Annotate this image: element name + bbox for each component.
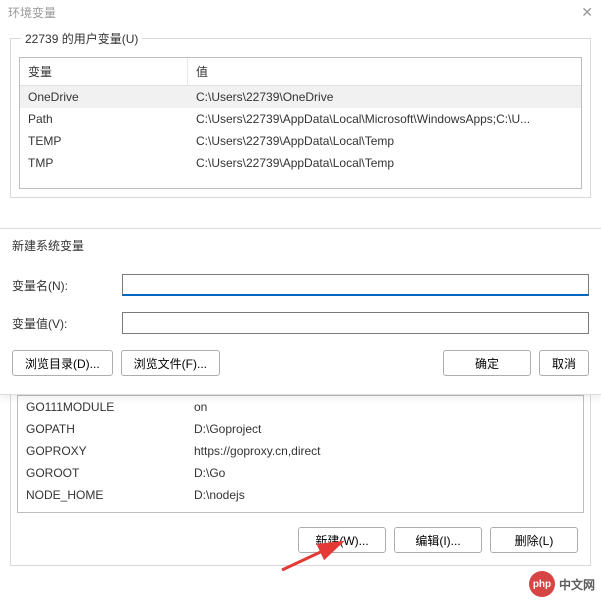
cell-value: C:\Users\22739\AppData\Local\Microsoft\W… — [188, 108, 581, 130]
col-header-value[interactable]: 值 — [188, 58, 581, 85]
cell-value: C:\Users\22739\AppData\Local\Temp — [188, 130, 581, 152]
system-vars-table[interactable]: GO111MODULE on GOPATH D:\Goproject GOPRO… — [17, 395, 584, 513]
cell-value: https://goproxy.cn,direct — [186, 440, 583, 462]
titlebar: 环境变量 ✕ — [0, 0, 601, 24]
table-row[interactable]: Path C:\Users\22739\AppData\Local\Micros… — [20, 108, 581, 130]
cell-value: on — [186, 396, 583, 418]
table-row[interactable]: GOPATH D:\Goproject — [18, 418, 583, 440]
cell-name: GOPATH — [18, 418, 186, 440]
table-row[interactable]: GO111MODULE on — [18, 396, 583, 418]
watermark-badge-icon: php — [529, 571, 555, 597]
cell-value: C:\Users\22739\OneDrive — [188, 86, 581, 108]
table-row[interactable]: TMP C:\Users\22739\AppData\Local\Temp — [20, 152, 581, 174]
cell-name: GO111MODULE — [18, 396, 186, 418]
browse-file-button[interactable]: 浏览文件(F)... — [121, 350, 220, 376]
cell-name: NODE_HOME — [18, 484, 186, 506]
var-name-label: 变量名(N): — [12, 277, 122, 294]
cell-value: D:\Go — [186, 462, 583, 484]
table-body: OneDrive C:\Users\22739\OneDrive Path C:… — [20, 86, 581, 174]
table-row[interactable]: GOPROXY https://goproxy.cn,direct — [18, 440, 583, 462]
delete-sysvar-button[interactable]: 删除(L) — [490, 527, 578, 553]
cell-value: C:\Users\22739\AppData\Local\Temp — [188, 152, 581, 174]
close-icon[interactable]: ✕ — [581, 4, 593, 21]
user-vars-group-label: 22739 的用户变量(U) — [21, 30, 142, 47]
system-vars-group: GO111MODULE on GOPATH D:\Goproject GOPRO… — [10, 388, 591, 566]
watermark-text: 中文网 — [559, 576, 595, 593]
table-row[interactable]: NODE_HOME D:\nodejs — [18, 484, 583, 506]
col-header-name[interactable]: 变量 — [20, 58, 188, 85]
cell-name: TMP — [20, 152, 188, 174]
cell-name: GOPROXY — [18, 440, 186, 462]
edit-sysvar-button[interactable]: 编辑(I)... — [394, 527, 482, 553]
cell-value: D:\nodejs — [186, 484, 583, 506]
cancel-button[interactable]: 取消 — [539, 350, 589, 376]
new-sysvar-button[interactable]: 新建(W)... — [298, 527, 386, 553]
watermark: php 中文网 — [529, 571, 595, 597]
cell-name: GOROOT — [18, 462, 186, 484]
var-value-row: 变量值(V): — [12, 312, 589, 334]
cell-value: D:\Goproject — [186, 418, 583, 440]
ok-button[interactable]: 确定 — [443, 350, 531, 376]
new-system-variable-dialog: 新建系统变量 变量名(N): 变量值(V): 浏览目录(D)... 浏览文件(F… — [0, 228, 601, 395]
user-vars-group: 22739 的用户变量(U) 变量 值 OneDrive C:\Users\22… — [10, 38, 591, 198]
cell-name: Path — [20, 108, 188, 130]
table-header: 变量 值 — [20, 58, 581, 86]
window-title: 环境变量 — [8, 4, 56, 21]
var-name-row: 变量名(N): — [12, 274, 589, 296]
main-area: 22739 的用户变量(U) 变量 值 OneDrive C:\Users\22… — [0, 24, 601, 208]
browse-dir-button[interactable]: 浏览目录(D)... — [12, 350, 113, 376]
var-value-input[interactable] — [122, 312, 589, 334]
cell-name: OneDrive — [20, 86, 188, 108]
cell-name: TEMP — [20, 130, 188, 152]
table-row[interactable]: GOROOT D:\Go — [18, 462, 583, 484]
dialog-button-row: 浏览目录(D)... 浏览文件(F)... 确定 取消 — [12, 350, 589, 376]
var-name-input[interactable] — [122, 274, 589, 296]
user-vars-table[interactable]: 变量 值 OneDrive C:\Users\22739\OneDrive Pa… — [19, 57, 582, 189]
table-row[interactable]: TEMP C:\Users\22739\AppData\Local\Temp — [20, 130, 581, 152]
var-value-label: 变量值(V): — [12, 315, 122, 332]
table-row[interactable]: OneDrive C:\Users\22739\OneDrive — [20, 86, 581, 108]
dialog-title: 新建系统变量 — [12, 237, 589, 254]
system-vars-buttons: 新建(W)... 编辑(I)... 删除(L) — [17, 513, 584, 559]
